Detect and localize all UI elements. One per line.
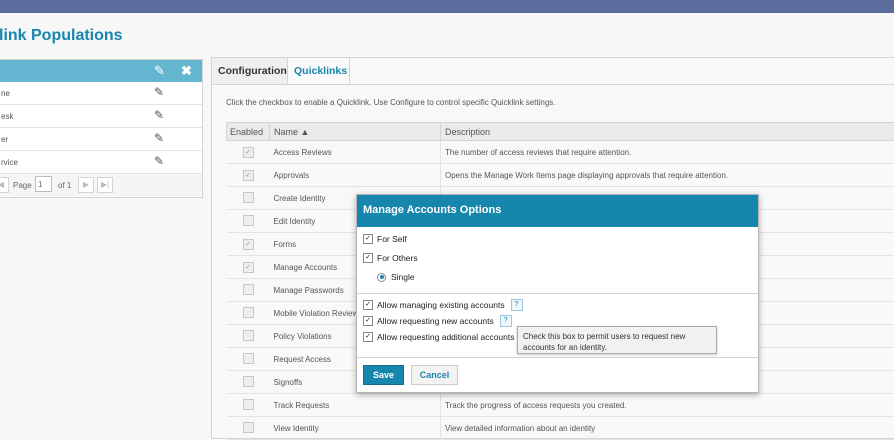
quicklink-description: Track the progress of access requests yo… xyxy=(441,394,894,417)
pager: ◀ Page 1 of 1 ▶ ▶| xyxy=(0,174,202,196)
page-title: link Populations xyxy=(0,27,123,45)
enabled-checkbox[interactable]: ✓ xyxy=(243,147,254,158)
top-bar xyxy=(0,0,894,13)
enabled-checkbox[interactable] xyxy=(243,376,254,387)
enabled-checkbox[interactable] xyxy=(243,353,254,364)
allow-existing-label: Allow managing existing accounts xyxy=(377,300,505,310)
enabled-cell: ✓ xyxy=(227,233,270,256)
enabled-cell xyxy=(227,417,270,440)
enabled-cell: ✓ xyxy=(227,141,270,164)
single-label: Single xyxy=(391,272,415,282)
edit-pencil-icon[interactable]: ✎ xyxy=(154,108,164,122)
allow-additional-option[interactable]: ✓ Allow requesting additional accounts xyxy=(363,332,515,342)
allow-new-label: Allow requesting new accounts xyxy=(377,316,494,326)
allow-additional-checkbox[interactable]: ✓ xyxy=(363,332,373,342)
dialog-title: Manage Accounts Options xyxy=(357,195,758,227)
help-icon[interactable]: ? xyxy=(511,299,523,311)
population-row[interactable]: esk ✎ xyxy=(0,105,202,128)
enabled-cell: ✓ xyxy=(227,256,270,279)
column-header-enabled[interactable]: Enabled xyxy=(227,123,270,141)
close-icon[interactable]: ✖ xyxy=(181,63,192,79)
table-row[interactable]: View IdentityView detailed information a… xyxy=(227,417,894,440)
table-row[interactable]: Track RequestsTrack the progress of acce… xyxy=(227,394,894,417)
enabled-cell xyxy=(227,348,270,371)
enabled-cell xyxy=(227,210,270,233)
for-self-option[interactable]: ✓ For Self xyxy=(363,234,407,244)
last-page-icon[interactable]: ▶| xyxy=(97,177,113,193)
column-header-name[interactable]: Name ▲ xyxy=(270,123,441,141)
allow-existing-option[interactable]: ✓ Allow managing existing accounts ? xyxy=(363,299,523,311)
column-header-description[interactable]: Description xyxy=(441,123,894,141)
enabled-checkbox[interactable] xyxy=(243,399,254,410)
for-self-label: For Self xyxy=(377,234,407,244)
edit-pencil-icon[interactable]: ✎ xyxy=(154,154,164,168)
enabled-checkbox[interactable] xyxy=(243,192,254,203)
enabled-checkbox[interactable] xyxy=(243,215,254,226)
page-label: Page xyxy=(13,181,32,190)
population-name: esk xyxy=(1,112,13,121)
single-radio[interactable] xyxy=(377,273,386,282)
single-option[interactable]: Single xyxy=(377,272,415,282)
edit-pencil-icon[interactable]: ✎ xyxy=(154,63,165,79)
population-name: ne xyxy=(1,89,10,98)
table-row[interactable]: ✓ ApprovalsOpens the Manage Work Items pa… xyxy=(227,164,894,187)
populations-panel-header: ✎ ✖ xyxy=(0,60,202,82)
enabled-checkbox[interactable] xyxy=(243,330,254,341)
enabled-checkbox[interactable]: ✓ xyxy=(243,239,254,250)
population-row[interactable]: rvice ✎ xyxy=(0,151,202,174)
enabled-checkbox[interactable] xyxy=(243,422,254,433)
help-tooltip: Check this box to permit users to reques… xyxy=(517,326,717,354)
manage-accounts-options-dialog: Manage Accounts Options ✓ For Self ✓ For… xyxy=(356,194,759,393)
quicklink-name: Track Requests xyxy=(270,394,441,417)
tab-bar: Configuration Quicklinks xyxy=(212,58,894,85)
quicklink-description: The number of access reviews that requir… xyxy=(441,141,894,164)
enabled-checkbox[interactable]: ✓ xyxy=(243,262,254,273)
enabled-checkbox[interactable]: ✓ xyxy=(243,170,254,181)
enabled-cell: ✓ xyxy=(227,164,270,187)
enabled-cell xyxy=(227,279,270,302)
allow-new-checkbox[interactable]: ✓ xyxy=(363,316,373,326)
quicklink-name: Approvals xyxy=(270,164,441,187)
divider xyxy=(357,357,758,358)
prev-page-icon[interactable]: ◀ xyxy=(0,177,9,193)
quicklink-description: Opens the Manage Work Items page display… xyxy=(441,164,894,187)
for-others-label: For Others xyxy=(377,253,418,263)
enabled-cell xyxy=(227,394,270,417)
edit-pencil-icon[interactable]: ✎ xyxy=(154,85,164,99)
enabled-cell xyxy=(227,371,270,394)
population-name: rvice xyxy=(1,158,18,167)
divider xyxy=(357,293,758,294)
help-icon[interactable]: ? xyxy=(500,315,512,327)
enabled-cell xyxy=(227,187,270,210)
enabled-checkbox[interactable] xyxy=(243,284,254,295)
enabled-cell xyxy=(227,302,270,325)
help-text: Click the checkbox to enable a Quicklink… xyxy=(226,98,555,107)
for-self-checkbox[interactable]: ✓ xyxy=(363,234,373,244)
quicklink-name: View Identity xyxy=(270,417,441,440)
allow-new-option[interactable]: ✓ Allow requesting new accounts ? xyxy=(363,315,512,327)
table-row[interactable]: ✓ Access ReviewsThe number of access revi… xyxy=(227,141,894,164)
save-button[interactable]: Save xyxy=(363,365,404,385)
edit-pencil-icon[interactable]: ✎ xyxy=(154,131,164,145)
page-number-input[interactable]: 1 xyxy=(35,176,52,192)
tab-quicklinks[interactable]: Quicklinks xyxy=(288,58,350,84)
for-others-option[interactable]: ✓ For Others xyxy=(363,253,418,263)
page-count-label: of 1 xyxy=(58,181,71,190)
enabled-cell xyxy=(227,325,270,348)
allow-additional-label: Allow requesting additional accounts xyxy=(377,332,515,342)
population-row[interactable]: ne ✎ xyxy=(0,82,202,105)
population-row[interactable]: er ✎ xyxy=(0,128,202,151)
quicklink-description: View detailed information about an ident… xyxy=(441,417,894,440)
next-page-icon[interactable]: ▶ xyxy=(78,177,94,193)
for-others-checkbox[interactable]: ✓ xyxy=(363,253,373,263)
allow-existing-checkbox[interactable]: ✓ xyxy=(363,300,373,310)
enabled-checkbox[interactable] xyxy=(243,307,254,318)
quicklink-name: Access Reviews xyxy=(270,141,441,164)
tab-configuration[interactable]: Configuration xyxy=(212,58,288,84)
populations-panel: ✎ ✖ ne ✎ esk ✎ er ✎ rvice ✎ ◀ Page 1 of … xyxy=(0,59,203,198)
population-name: er xyxy=(1,135,8,144)
cancel-button[interactable]: Cancel xyxy=(411,365,458,385)
